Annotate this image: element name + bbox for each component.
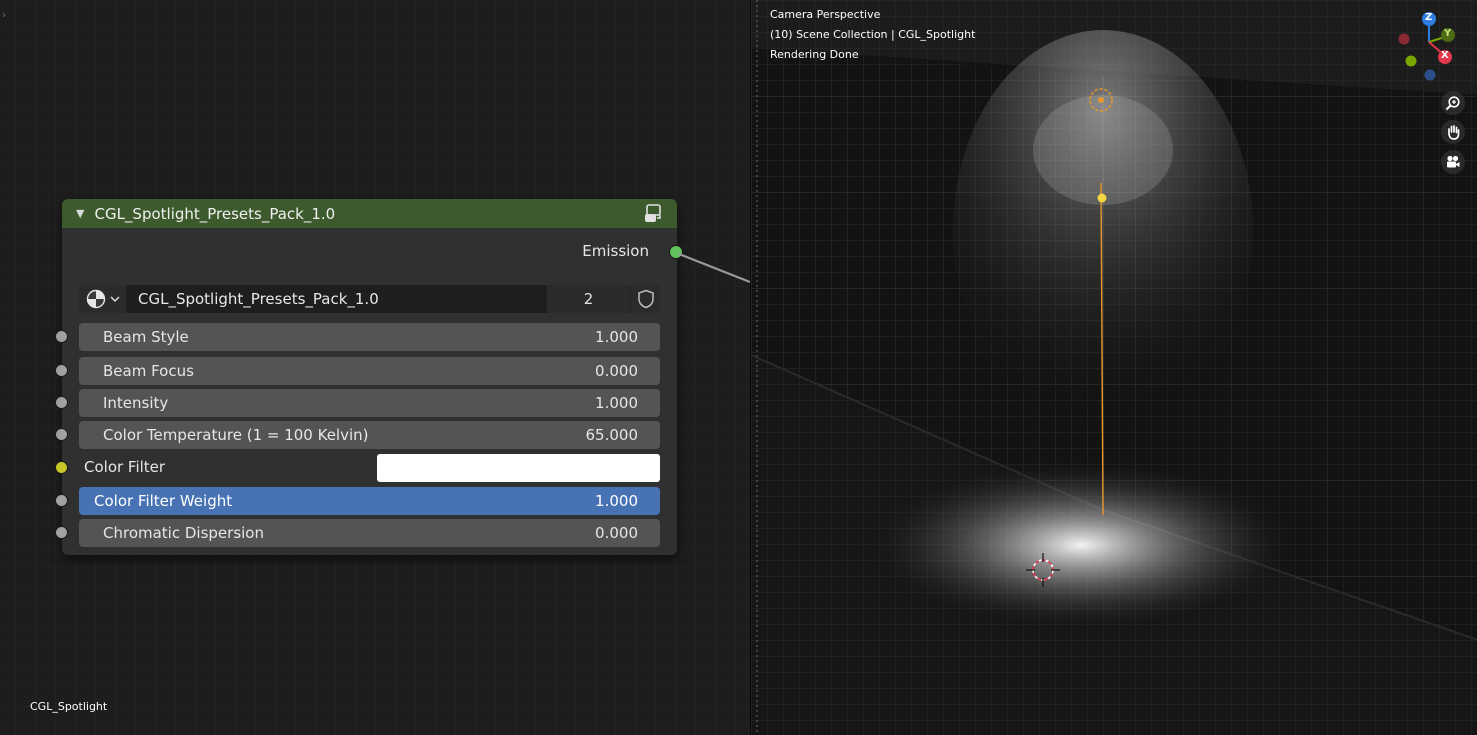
field-label: Intensity: [103, 394, 169, 412]
gizmo-z-axis-icon[interactable]: Z: [1425, 12, 1432, 23]
field-value: 0.000: [595, 362, 638, 380]
input-socket-chromatic-dispersion[interactable]: [55, 526, 68, 539]
camera-icon: [1447, 155, 1460, 168]
color-filter-weight-field[interactable]: Color Filter Weight 1.000: [79, 487, 660, 515]
color-temperature-field[interactable]: Color Temperature (1 = 100 Kelvin) 65.00…: [79, 421, 660, 449]
pan-button[interactable]: [1441, 120, 1465, 144]
shield-icon: [637, 289, 654, 309]
input-socket-color-temperature[interactable]: [55, 428, 68, 441]
3d-viewport[interactable]: Z Y X ‹› Camera Perspective (10) Scene C…: [750, 0, 1477, 735]
chromatic-dispersion-field[interactable]: Chromatic Dispersion 0.000: [79, 519, 660, 547]
output-emission-label: Emission: [582, 242, 649, 260]
field-label: Beam Style: [103, 328, 189, 346]
fake-user-button[interactable]: [630, 285, 660, 313]
node-title: CGL_Spotlight_Presets_Pack_1.0: [94, 204, 336, 223]
field-value: 1.000: [595, 328, 638, 346]
field-value: 1.000: [595, 492, 638, 510]
field-label: Color Filter Weight: [94, 492, 233, 510]
viewport-mode-text: Camera Perspective: [770, 8, 881, 21]
input-socket-color-filter-weight[interactable]: [55, 494, 68, 507]
datablock-name-field[interactable]: CGL_Spotlight_Presets_Pack_1.0: [127, 285, 546, 313]
input-socket-color-filter[interactable]: [55, 461, 68, 474]
camera-view-button[interactable]: [1441, 150, 1465, 174]
node-editor[interactable]: › ▼ CGL_Spotlight_Presets_Pack_1.0 Emiss…: [0, 0, 750, 735]
region-toggle-icon[interactable]: ›: [2, 10, 6, 21]
node-link: [678, 252, 750, 284]
field-label: Chromatic Dispersion: [103, 524, 264, 542]
node-group-icon[interactable]: [642, 203, 664, 225]
field-label: Beam Focus: [103, 362, 194, 380]
zoom-icon: [1445, 96, 1460, 111]
datablock-selector[interactable]: CGL_Spotlight_Presets_Pack_1.0 2: [79, 285, 660, 313]
color-filter-swatch[interactable]: [377, 454, 660, 482]
viewport-status-text: Rendering Done: [770, 48, 859, 61]
hand-icon: [1448, 125, 1460, 140]
field-value: 0.000: [595, 524, 638, 542]
input-socket-beam-style[interactable]: [55, 330, 68, 343]
datablock-users-count[interactable]: 2: [546, 285, 630, 313]
input-socket-beam-focus[interactable]: [55, 364, 68, 377]
input-socket-intensity[interactable]: [55, 396, 68, 409]
node-tree-icon: [86, 289, 105, 309]
gizmo-x-axis-icon[interactable]: X: [1441, 50, 1449, 61]
beam-style-field[interactable]: Beam Style 1.000: [79, 323, 660, 351]
viewport-render: [751, 0, 1477, 735]
field-value: 65.000: [585, 426, 639, 444]
chevron-down-icon: [109, 296, 120, 303]
gizmo-y-axis-icon[interactable]: Y: [1444, 28, 1451, 39]
node-header[interactable]: ▼ CGL_Spotlight_Presets_Pack_1.0: [62, 199, 677, 228]
color-filter-label: Color Filter: [84, 458, 166, 476]
field-value: 1.000: [595, 394, 638, 412]
field-label: Color Temperature (1 = 100 Kelvin): [103, 426, 369, 444]
collapse-triangle-icon[interactable]: ▼: [76, 207, 84, 220]
browse-node-group-button[interactable]: [79, 285, 127, 313]
beam-focus-field[interactable]: Beam Focus 0.000: [79, 357, 660, 385]
group-node[interactable]: ▼ CGL_Spotlight_Presets_Pack_1.0 Emissio…: [55, 199, 683, 555]
viewport-collection-text: (10) Scene Collection | CGL_Spotlight: [770, 28, 976, 41]
zoom-button[interactable]: [1441, 91, 1465, 115]
editor-tree-label: CGL_Spotlight: [30, 700, 108, 713]
intensity-field[interactable]: Intensity 1.000: [79, 389, 660, 417]
